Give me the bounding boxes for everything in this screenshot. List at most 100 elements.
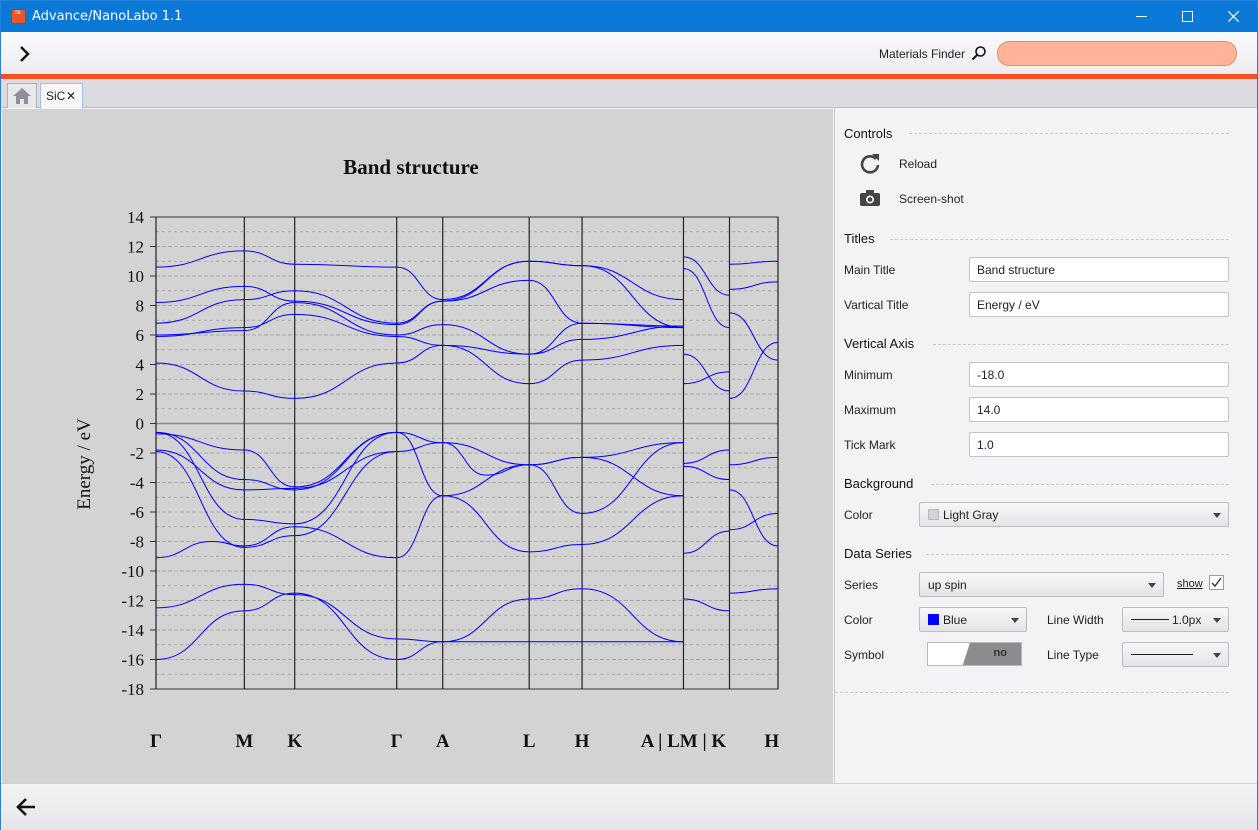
y-tick-label: 10 xyxy=(127,267,144,286)
band-line xyxy=(155,250,684,301)
band-line xyxy=(683,449,730,464)
line-type-label: Line Type xyxy=(1047,648,1099,662)
y-tick-label: -6 xyxy=(130,503,144,522)
dropdown-arrow-icon xyxy=(1213,618,1221,623)
band-line xyxy=(683,268,730,329)
y-tick-label: 0 xyxy=(136,415,145,434)
settings-pane: Controls Reload Screen-shot Titles Main … xyxy=(834,109,1257,783)
background-color-swatch xyxy=(928,509,939,520)
band-line xyxy=(729,260,779,265)
kpoint-label: L xyxy=(523,731,536,752)
vertical-axis-section-title: Vertical Axis xyxy=(844,336,915,351)
band-line xyxy=(729,456,779,466)
close-icon xyxy=(1227,11,1239,22)
kpoint-label: Γ xyxy=(150,731,162,752)
symbol-toggle[interactable]: no xyxy=(927,642,1022,666)
vertical-title-input[interactable]: Energy / eV xyxy=(969,292,1229,317)
kpoint-label: K xyxy=(287,731,302,752)
section-divider xyxy=(909,133,1229,134)
back-arrow-icon[interactable] xyxy=(15,796,37,818)
line-type-select[interactable] xyxy=(1122,642,1229,667)
window-title: Advance/NanoLabo 1.1 xyxy=(32,9,183,24)
maximize-button[interactable] xyxy=(1164,1,1210,32)
series-label: Series xyxy=(844,578,879,592)
band-line xyxy=(155,431,684,497)
show-checkbox[interactable] xyxy=(1209,575,1224,590)
band-line xyxy=(155,431,397,488)
y-tick-label: -14 xyxy=(121,621,144,640)
bottom-bar xyxy=(1,783,1257,830)
maximum-label: Maximum xyxy=(844,403,897,417)
vertical-title-label: Vartical Title xyxy=(844,298,909,312)
background-color-select[interactable]: Light Gray xyxy=(919,502,1229,527)
minimum-input[interactable]: -18.0 xyxy=(969,362,1229,387)
band-line xyxy=(683,530,730,554)
dropdown-arrow-icon xyxy=(1011,618,1019,623)
dropdown-arrow-icon xyxy=(1213,513,1221,518)
screenshot-label: Screen-shot xyxy=(899,192,964,206)
band-line xyxy=(729,281,779,290)
series-color-swatch xyxy=(928,614,939,625)
tick-mark-input[interactable]: 1.0 xyxy=(969,432,1229,457)
chart-grid xyxy=(155,216,779,690)
background-section-title: Background xyxy=(844,476,914,491)
home-icon xyxy=(13,88,31,104)
titles-section-title: Titles xyxy=(844,231,875,246)
line-width-preview xyxy=(1131,619,1169,620)
line-type-preview xyxy=(1131,654,1193,655)
series-color-label: Color xyxy=(844,613,873,627)
kpoint-labels: Γ M K Γ A L H A | LM | K H xyxy=(150,731,779,752)
series-select[interactable]: up spin xyxy=(919,572,1164,597)
materials-finder-input[interactable] xyxy=(997,41,1237,66)
title-bar: NL Advance/NanoLabo 1.1 xyxy=(1,1,1257,32)
background-color-label: Color xyxy=(844,508,873,522)
close-button[interactable] xyxy=(1210,1,1256,32)
minimum-label: Minimum xyxy=(844,368,893,382)
camera-icon xyxy=(860,190,880,206)
band-line xyxy=(729,588,779,594)
background-color-value: Light Gray xyxy=(943,508,999,522)
y-tick-label: 8 xyxy=(136,297,145,316)
band-line xyxy=(155,344,684,399)
y-tick-label: -12 xyxy=(121,592,144,611)
checkmark-icon xyxy=(1211,577,1222,588)
symbol-label: Symbol xyxy=(844,648,885,662)
materials-finder-label: Materials Finder xyxy=(878,47,965,61)
section-divider xyxy=(933,344,1229,345)
screenshot-button[interactable]: Screen-shot xyxy=(859,187,999,211)
series-value: up spin xyxy=(928,578,967,592)
y-tick-label: 4 xyxy=(136,356,145,375)
kpoint-label: A | LM | K xyxy=(641,731,727,752)
main-toolbar: Materials Finder xyxy=(1,32,1257,79)
y-tick-label: -18 xyxy=(121,680,144,699)
chart-pane: Band structure Energy / eV 14 12 10 8 6 4 2 0 -2… xyxy=(2,109,833,783)
series-color-select[interactable]: Blue xyxy=(919,607,1027,632)
band-structure-chart: Band structure Energy / eV 14 12 10 8 6 4 2 0 -2… xyxy=(74,155,779,752)
band-line xyxy=(729,489,779,547)
tab-home[interactable] xyxy=(7,83,37,108)
y-tick-label: -16 xyxy=(121,651,144,670)
band-line xyxy=(155,431,684,525)
search-icon[interactable] xyxy=(971,45,987,61)
band-line xyxy=(683,465,730,481)
section-divider xyxy=(890,239,1229,240)
symbol-toggle-value: no xyxy=(993,647,1007,659)
tab-sic[interactable]: SiC ✕ xyxy=(40,83,83,109)
toggle-knob xyxy=(961,643,1021,665)
line-width-select[interactable]: 1.0px xyxy=(1122,607,1229,632)
y-tick-label: -4 xyxy=(130,474,145,493)
tab-sic-label: SiC xyxy=(46,89,66,103)
main-title-input[interactable]: Band structure xyxy=(969,257,1229,282)
app-icon: NL xyxy=(11,9,26,24)
dropdown-arrow-icon xyxy=(1148,583,1156,588)
maximum-input[interactable]: 14.0 xyxy=(969,397,1229,422)
y-tick-label: 14 xyxy=(127,208,145,227)
band-line xyxy=(729,341,779,399)
tab-close-icon[interactable]: ✕ xyxy=(66,89,76,103)
line-width-label: Line Width xyxy=(1047,613,1104,627)
kpoint-label: A xyxy=(436,731,450,752)
reload-button[interactable]: Reload xyxy=(859,152,979,176)
expand-chevron-icon[interactable] xyxy=(15,44,35,64)
kpoint-label: H xyxy=(764,731,779,752)
minimize-button[interactable] xyxy=(1118,1,1164,32)
